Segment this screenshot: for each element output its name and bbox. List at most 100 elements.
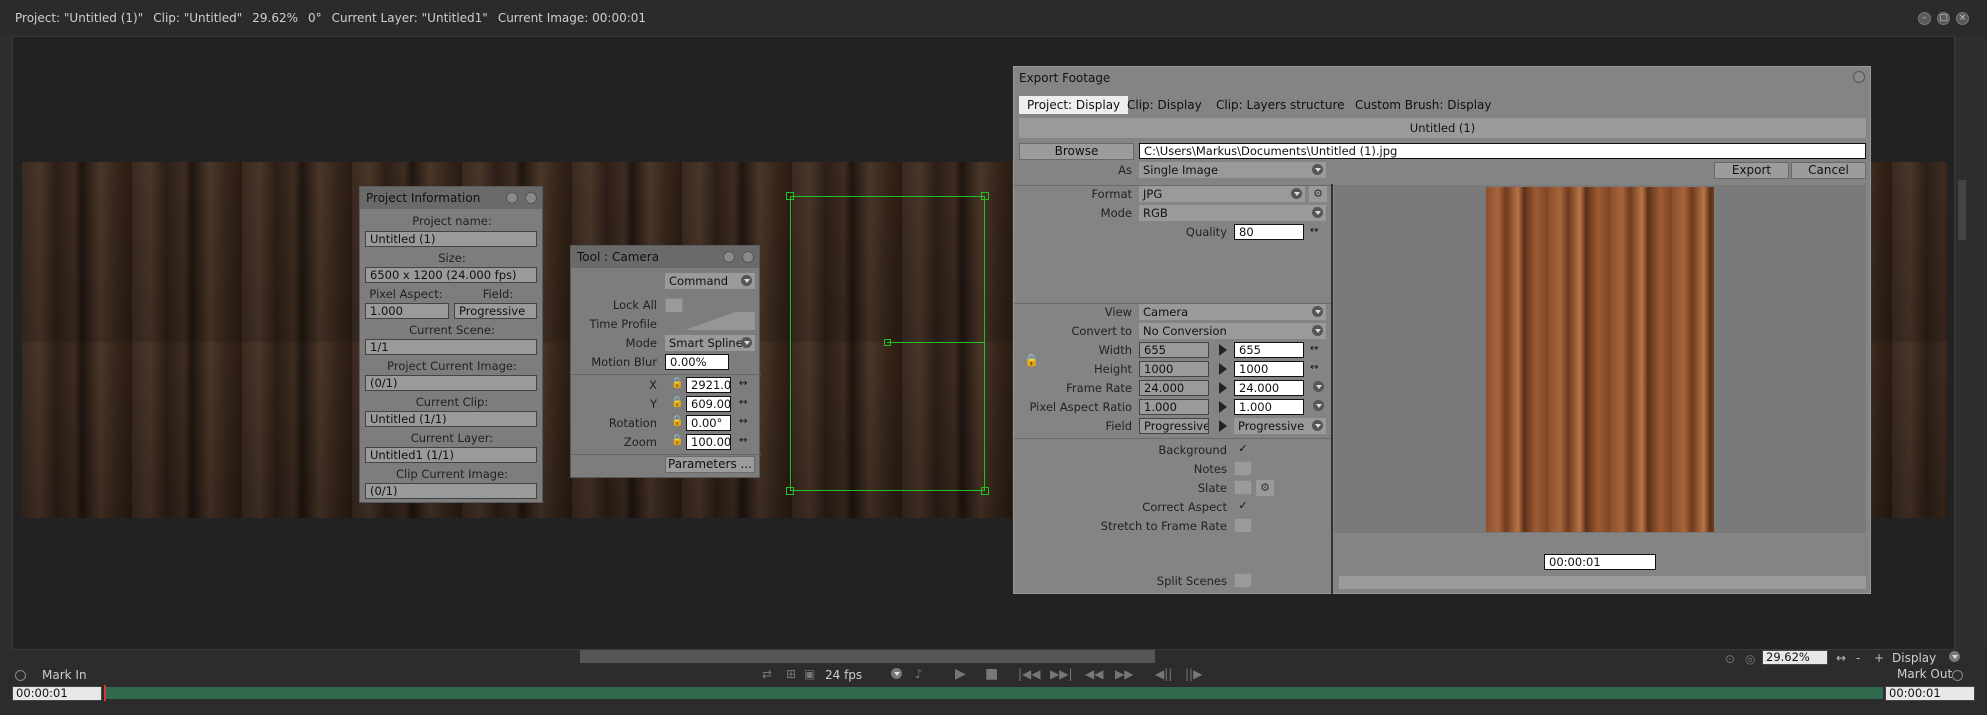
fps-dropdown[interactable] — [890, 668, 902, 680]
arrows-icon[interactable]: ↔ — [1310, 343, 1318, 354]
height-input[interactable]: 1000 — [1234, 361, 1304, 377]
slate-checkbox[interactable] — [1234, 480, 1252, 495]
x-input[interactable]: 2921.0 — [686, 377, 731, 393]
collapse-icon[interactable] — [723, 251, 735, 263]
play-arrow-icon[interactable] — [1219, 401, 1227, 413]
collapse-icon[interactable] — [506, 192, 518, 204]
browse-button[interactable]: Browse — [1019, 143, 1134, 160]
play-arrow-icon[interactable] — [1219, 420, 1227, 432]
frame-rate-input[interactable]: 24.000 — [1234, 380, 1304, 396]
quality-input[interactable]: 80 — [1234, 224, 1304, 240]
display-dropdown[interactable]: Display — [1892, 651, 1936, 665]
arrows-icon[interactable]: ↔ — [739, 397, 747, 408]
display-dropdown-arrow[interactable] — [1948, 651, 1960, 663]
fast-forward-icon[interactable]: ▶▶ — [1115, 667, 1133, 681]
tab-clip-layers[interactable]: Clip: Layers structure — [1208, 96, 1353, 114]
frame-icon[interactable]: ▣ — [804, 667, 815, 681]
camera-title-bar[interactable]: Tool : Camera — [571, 246, 759, 268]
correct-aspect-checkbox[interactable]: ✓ — [1234, 499, 1252, 514]
cancel-button[interactable]: Cancel — [1791, 162, 1866, 179]
frame-center-handle[interactable] — [884, 339, 891, 346]
parameters-button[interactable]: Parameters ... — [665, 456, 755, 473]
tab-project-display[interactable]: Project: Display — [1019, 96, 1129, 114]
y-input[interactable]: 609.00 — [686, 396, 731, 412]
zoom-fit-icon[interactable]: ⊙ — [1725, 652, 1735, 666]
mark-in-icon[interactable] — [15, 670, 26, 681]
background-checkbox[interactable]: ✓ — [1234, 442, 1252, 457]
notes-checkbox[interactable] — [1234, 461, 1252, 476]
arrows-icon[interactable]: ↔ — [739, 435, 747, 446]
field-dropdown[interactable]: Progressive — [1234, 418, 1326, 434]
lock-icon[interactable]: 🔓 — [671, 435, 683, 446]
stop-icon[interactable]: ■ — [985, 666, 998, 682]
par-input[interactable]: 1.000 — [1234, 399, 1304, 415]
timecode-right[interactable]: 00:00:01 — [1885, 686, 1975, 701]
snap-icon[interactable]: ⊞ — [786, 667, 796, 681]
vertical-scrollbar[interactable] — [1958, 180, 1966, 240]
project-info-title-bar[interactable]: Project Information — [360, 187, 542, 209]
motion-blur-input[interactable]: 0.00% — [665, 354, 729, 370]
rewind-icon[interactable]: ◀◀ — [1085, 667, 1103, 681]
step-back-icon[interactable]: ◀|| — [1155, 667, 1172, 681]
gear-icon[interactable]: ⚙ — [1256, 480, 1274, 496]
close-icon[interactable] — [1853, 71, 1865, 83]
as-dropdown[interactable]: Single Image — [1139, 162, 1326, 178]
width-input[interactable]: 655 — [1234, 342, 1304, 358]
par-dropdown[interactable] — [1310, 400, 1324, 414]
gear-icon[interactable]: ⚙ — [1309, 186, 1327, 202]
preview-timecode[interactable]: 00:00:01 — [1544, 554, 1656, 570]
close-icon[interactable] — [525, 192, 537, 204]
tab-custom-brush[interactable]: Custom Brush: Display — [1347, 96, 1500, 114]
skip-end-icon[interactable]: ▶▶| — [1050, 667, 1073, 681]
restore-icon[interactable]: □ — [1937, 12, 1950, 25]
frame-handle-br[interactable] — [981, 487, 989, 495]
mark-out-label[interactable]: Mark Out — [1897, 667, 1952, 681]
zoom-reset-icon[interactable]: ◎ — [1745, 652, 1755, 666]
close-icon[interactable] — [742, 251, 754, 263]
mark-in-label[interactable]: Mark In — [42, 668, 87, 682]
mode-dropdown[interactable]: RGB — [1139, 205, 1326, 221]
play-arrow-icon[interactable] — [1219, 363, 1227, 375]
lock-all-checkbox[interactable] — [665, 298, 683, 313]
timecode-left[interactable]: 00:00:01 — [12, 686, 102, 701]
arrows-icon[interactable]: ↔ — [1310, 362, 1318, 373]
arrows-icon[interactable]: ↔ — [739, 378, 747, 389]
arrows-icon[interactable]: ↔ — [1310, 225, 1318, 236]
stretch-checkbox[interactable] — [1234, 518, 1252, 533]
split-scenes-checkbox[interactable] — [1234, 573, 1252, 588]
horizontal-scrollbar[interactable] — [580, 650, 1155, 663]
frame-handle-tr[interactable] — [981, 192, 989, 200]
loop-icon[interactable]: ⇄ — [762, 667, 772, 681]
zoom-out-icon[interactable]: - — [1856, 651, 1860, 665]
mark-out-icon[interactable] — [1952, 670, 1963, 681]
fps-value[interactable]: 24 fps — [825, 668, 862, 682]
zoom-in-icon[interactable]: + — [1874, 651, 1884, 665]
frame-handle-bl[interactable] — [786, 487, 794, 495]
preview-scrollbar[interactable] — [1339, 576, 1866, 589]
playhead[interactable] — [104, 685, 106, 701]
view-dropdown[interactable]: Camera — [1139, 304, 1326, 320]
minimize-icon[interactable]: – — [1918, 12, 1931, 25]
tab-clip-display[interactable]: Clip: Display — [1119, 96, 1210, 114]
arrows-icon[interactable]: ↔ — [1836, 651, 1846, 665]
audio-icon[interactable]: ♪ — [915, 667, 923, 681]
lock-icon[interactable]: 🔓 — [671, 397, 683, 408]
command-dropdown[interactable]: Command — [665, 273, 755, 289]
time-profile-curve[interactable] — [665, 312, 755, 330]
zoom-input[interactable]: 100.00 — [686, 434, 731, 450]
timeline-track[interactable] — [105, 687, 1883, 699]
mode-dropdown[interactable]: Smart Spline — [665, 335, 755, 351]
play-arrow-icon[interactable] — [1219, 382, 1227, 394]
lock-icon[interactable]: 🔓 — [671, 416, 683, 427]
step-forward-icon[interactable]: ||▶ — [1185, 667, 1202, 681]
play-arrow-icon[interactable] — [1219, 344, 1227, 356]
zoom-input[interactable]: 29.62% — [1762, 650, 1828, 665]
path-input[interactable]: C:\Users\Markus\Documents\Untitled (1).j… — [1139, 143, 1866, 159]
arrows-icon[interactable]: ↔ — [739, 416, 747, 427]
export-button[interactable]: Export — [1714, 162, 1789, 179]
skip-start-icon[interactable]: |◀◀ — [1018, 667, 1041, 681]
frame-handle-tl[interactable] — [786, 192, 794, 200]
convert-dropdown[interactable]: No Conversion — [1139, 323, 1326, 339]
frame-rate-dropdown[interactable] — [1310, 381, 1324, 395]
rotation-input[interactable]: 0.00° — [686, 415, 731, 431]
